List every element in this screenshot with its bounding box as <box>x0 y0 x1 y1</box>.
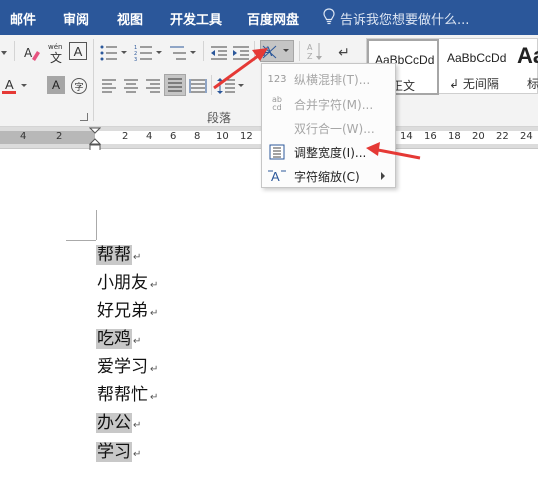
annotation-arrow-2 <box>366 142 421 160</box>
annotation-arrows <box>213 48 421 160</box>
annotation-arrow-1 <box>213 48 268 90</box>
